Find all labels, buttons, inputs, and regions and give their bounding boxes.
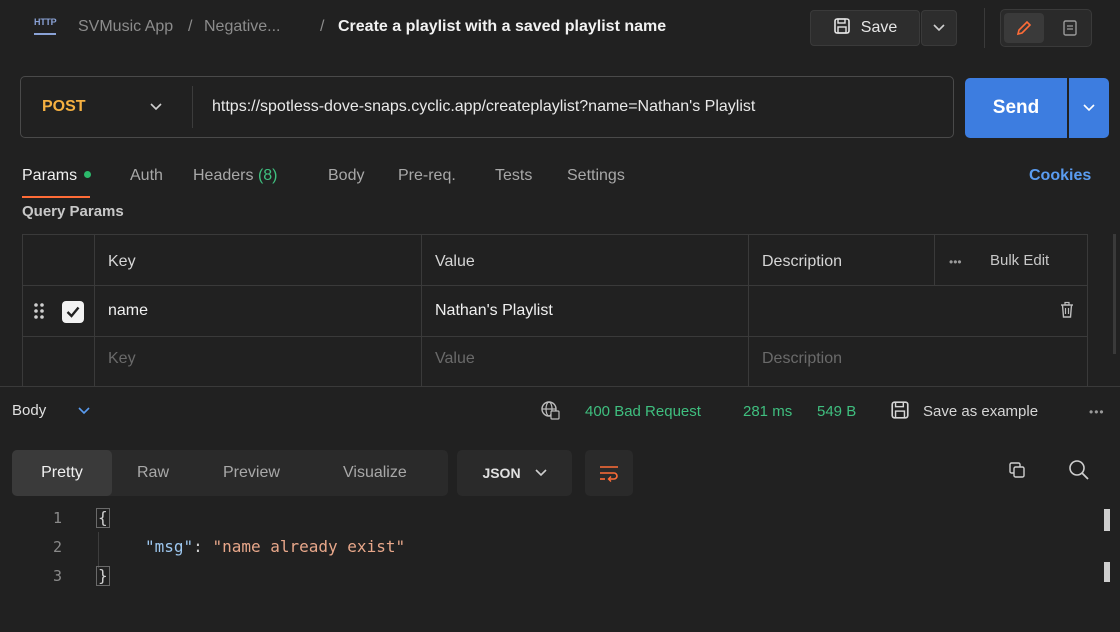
params-active-dot	[84, 171, 92, 179]
table-divider	[421, 234, 422, 386]
column-header-key: Key	[108, 253, 136, 270]
tab-preview[interactable]: Preview	[223, 464, 280, 482]
line-number: 2	[53, 538, 63, 556]
param-description-cell[interactable]	[762, 302, 932, 322]
chevron-down-icon	[534, 469, 547, 477]
json-brace-close[interactable]: }	[96, 566, 110, 586]
breadcrumb-workspace[interactable]: SVMusic App	[78, 18, 173, 36]
response-section-select[interactable]: Body	[12, 402, 46, 419]
table-divider	[94, 234, 95, 386]
json-line[interactable]: "msg": "name already exist"	[145, 537, 405, 556]
headers-count: (8)	[257, 167, 278, 184]
column-header-description: Description	[762, 253, 843, 270]
response-status[interactable]: 400 Bad Request	[585, 403, 701, 420]
wrap-lines-button[interactable]	[585, 450, 633, 496]
json-key: "msg"	[145, 537, 194, 556]
url-input[interactable]: https://spotless-dove-snaps.cyclic.app/c…	[212, 98, 755, 116]
copy-icon[interactable]	[1008, 461, 1026, 483]
http-icon: HTTP	[34, 17, 57, 35]
query-params-title: Query Params	[22, 203, 124, 220]
tab-prereq[interactable]: Pre-req.	[398, 167, 456, 185]
json-brace-open[interactable]: {	[96, 508, 110, 528]
edit-button[interactable]	[1004, 13, 1044, 43]
scrollbar[interactable]	[1113, 234, 1116, 354]
tab-raw[interactable]: Raw	[137, 464, 169, 482]
checkmark-icon	[66, 306, 80, 318]
toolbar-divider	[984, 8, 985, 48]
table-divider	[748, 234, 749, 386]
tab-body[interactable]: Body	[328, 167, 364, 185]
tab-label: Params	[22, 167, 78, 184]
save-icon	[833, 17, 851, 40]
page-title[interactable]: Create a playlist with a saved playlist …	[338, 18, 666, 36]
method-select[interactable]: POST	[42, 98, 86, 116]
save-as-example-button[interactable]: Save as example	[923, 403, 1038, 420]
bulk-edit-button[interactable]: Bulk Edit	[990, 252, 1049, 269]
param-value-cell[interactable]: Nathan's Playlist	[435, 302, 553, 320]
tab-params[interactable]: Params	[22, 167, 92, 185]
drag-handle-icon[interactable]	[32, 301, 46, 325]
scrollbar-marker	[1104, 562, 1110, 582]
tab-pretty[interactable]: Pretty	[12, 450, 112, 496]
scrollbar-marker	[1104, 509, 1110, 531]
table-divider	[22, 336, 1088, 337]
new-param-value-input[interactable]: Value	[435, 350, 475, 368]
network-globe-icon[interactable]	[540, 400, 560, 424]
tab-visualize[interactable]: Visualize	[343, 464, 407, 482]
response-time[interactable]: 281 ms	[743, 403, 792, 420]
chevron-down-icon	[933, 24, 945, 32]
line-number: 1	[53, 509, 63, 527]
pencil-icon	[1016, 20, 1032, 36]
save-options-button[interactable]	[921, 10, 957, 46]
save-icon[interactable]	[890, 400, 910, 424]
comments-button[interactable]	[1052, 13, 1088, 43]
column-header-value: Value	[435, 253, 475, 270]
trash-icon[interactable]	[1059, 301, 1075, 323]
table-divider	[22, 285, 1088, 286]
pane-divider[interactable]	[0, 386, 1120, 387]
search-icon[interactable]	[1068, 459, 1090, 485]
send-options-button[interactable]	[1069, 78, 1109, 138]
more-options-button[interactable]: •••	[1089, 405, 1105, 419]
json-colon: :	[193, 537, 213, 556]
more-options-button[interactable]: •••	[949, 255, 962, 269]
active-tab-indicator	[22, 196, 90, 198]
tab-headers[interactable]: Headers (8)	[193, 167, 278, 185]
table-divider	[934, 234, 935, 285]
response-size[interactable]: 549 B	[817, 403, 856, 420]
param-key-cell[interactable]: name	[108, 302, 148, 320]
format-select[interactable]: JSON	[457, 450, 572, 496]
new-param-key-input[interactable]: Key	[108, 350, 136, 368]
url-divider	[192, 86, 193, 128]
tab-tests[interactable]: Tests	[495, 167, 532, 185]
tab-label: Headers	[193, 167, 254, 184]
save-label: Save	[860, 19, 898, 36]
breadcrumb-separator: /	[320, 18, 325, 35]
chevron-down-icon[interactable]	[150, 98, 162, 115]
breadcrumb-separator: /	[188, 18, 193, 35]
tab-settings[interactable]: Settings	[567, 167, 625, 185]
cookies-link[interactable]: Cookies	[1029, 167, 1091, 185]
breadcrumb-folder[interactable]: Negative...	[204, 18, 280, 36]
format-label: JSON	[482, 465, 521, 481]
new-param-description-input[interactable]: Description	[762, 350, 842, 368]
param-enabled-checkbox[interactable]	[62, 301, 84, 323]
indent-guide	[98, 532, 99, 568]
comment-icon	[1063, 20, 1077, 36]
chevron-down-icon	[1083, 104, 1095, 112]
tab-auth[interactable]: Auth	[130, 167, 163, 185]
save-button[interactable]: Save	[810, 10, 920, 46]
chevron-down-icon[interactable]	[78, 402, 90, 419]
wrap-icon	[600, 466, 618, 482]
line-number: 3	[53, 567, 63, 585]
send-button[interactable]: Send	[965, 78, 1067, 138]
json-value: "name already exist"	[212, 537, 406, 556]
